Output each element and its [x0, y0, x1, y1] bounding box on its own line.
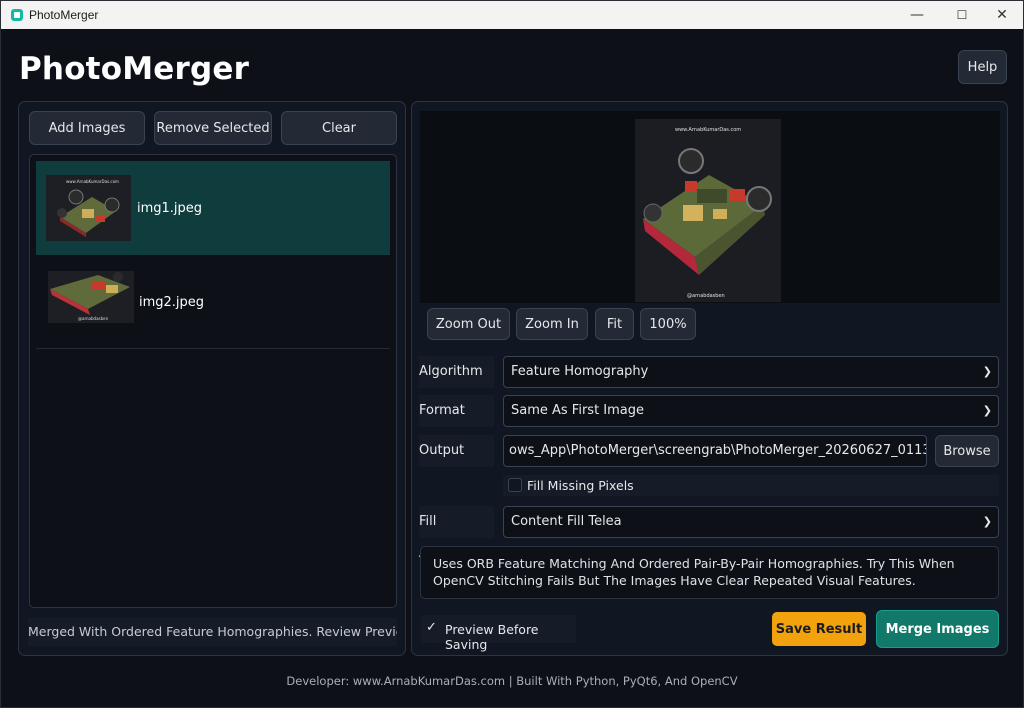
image-thumbnail: www.ArnabKumarDas.com: [46, 175, 131, 241]
format-label: Format: [419, 395, 494, 427]
list-item-label: img1.jpeg: [137, 201, 203, 216]
chevron-down-icon: ❯: [982, 365, 992, 378]
preview-before-saving-label: Preview Before Saving: [445, 622, 539, 652]
preview-panel: www.ArnabKumarDas.com @arnabdasben Zoom …: [411, 101, 1008, 656]
fill-algorithm-select[interactable]: Content Fill Telea ❯: [503, 506, 999, 538]
zoom-out-button[interactable]: Zoom Out: [427, 308, 510, 340]
fill-algorithm-value: Content Fill Telea: [511, 514, 622, 529]
status-text: Merged With Ordered Feature Homographies…: [28, 618, 397, 646]
browse-button[interactable]: Browse: [935, 435, 999, 467]
add-images-button[interactable]: Add Images: [29, 111, 145, 145]
fill-algorithm-label: Fill Algorithm: [419, 506, 494, 561]
app-window: PhotoMerger — ☐ ✕ PhotoMerger Help Add I…: [0, 0, 1024, 708]
algorithm-description: Uses ORB Feature Matching And Ordered Pa…: [420, 546, 999, 599]
preview-before-saving-toggle[interactable]: ✓ Preview Before Saving: [421, 615, 576, 652]
app-icon: [11, 9, 23, 21]
image-list-panel: Add Images Remove Selected Clear www.Arn…: [18, 101, 406, 656]
zoom-in-button[interactable]: Zoom In: [516, 308, 588, 340]
remove-selected-button[interactable]: Remove Selected: [154, 111, 272, 145]
close-button[interactable]: ✕: [979, 1, 1024, 29]
fill-missing-label: Fill Missing Pixels: [527, 478, 634, 493]
list-item-img1[interactable]: www.ArnabKumarDas.com img1.jpeg: [36, 161, 390, 255]
output-label: Output: [419, 435, 494, 467]
svg-text:@arnabdasben: @arnabdasben: [78, 316, 109, 321]
fill-missing-row[interactable]: Fill Missing Pixels: [503, 475, 999, 496]
page-title: PhotoMerger: [19, 51, 250, 87]
list-item-img2[interactable]: @arnabdasben img2.jpeg: [36, 255, 390, 349]
robot-car-thumbnail-icon: www.ArnabKumarDas.com: [46, 175, 131, 241]
robot-car-thumbnail-icon: @arnabdasben: [48, 271, 134, 323]
svg-text:www.ArnabKumarDas.com: www.ArnabKumarDas.com: [66, 179, 119, 184]
minimize-button[interactable]: —: [894, 1, 940, 29]
algorithm-select[interactable]: Feature Homography ❯: [503, 356, 999, 388]
save-result-button[interactable]: Save Result: [772, 612, 866, 646]
robot-car-preview-icon: www.ArnabKumarDas.com @arnabdasben: [635, 119, 781, 302]
actual-size-button[interactable]: 100%: [640, 308, 696, 340]
algorithm-label: Algorithm: [419, 356, 494, 388]
checkmark-icon: ✓: [426, 620, 437, 635]
fit-button[interactable]: Fit: [595, 308, 634, 340]
title-bar: PhotoMerger: [1, 1, 1023, 29]
format-select[interactable]: Same As First Image ❯: [503, 395, 999, 427]
list-item-label: img2.jpeg: [139, 295, 205, 310]
svg-text:@arnabdasben: @arnabdasben: [687, 293, 725, 299]
format-value: Same As First Image: [511, 403, 645, 418]
algorithm-value: Feature Homography: [511, 364, 649, 379]
footer-credits: Developer: www.ArnabKumarDas.com | Built…: [286, 674, 738, 688]
preview-area[interactable]: www.ArnabKumarDas.com @arnabdasben: [420, 111, 1000, 303]
help-button[interactable]: Help: [958, 50, 1007, 84]
image-list[interactable]: www.ArnabKumarDas.com img1.jpeg @arnabda…: [29, 154, 397, 608]
window-title: PhotoMerger: [29, 8, 99, 22]
fill-missing-checkbox[interactable]: [508, 478, 522, 492]
chevron-down-icon: ❯: [982, 404, 992, 417]
output-path-input[interactable]: ows_App\PhotoMerger\screengrab\PhotoMerg…: [503, 435, 927, 467]
merged-preview-image: www.ArnabKumarDas.com @arnabdasben: [635, 119, 781, 302]
svg-text:www.ArnabKumarDas.com: www.ArnabKumarDas.com: [675, 127, 741, 133]
image-thumbnail: @arnabdasben: [48, 271, 134, 323]
clear-button[interactable]: Clear: [281, 111, 397, 145]
chevron-down-icon: ❯: [982, 515, 992, 528]
merge-images-button[interactable]: Merge Images: [876, 610, 999, 648]
